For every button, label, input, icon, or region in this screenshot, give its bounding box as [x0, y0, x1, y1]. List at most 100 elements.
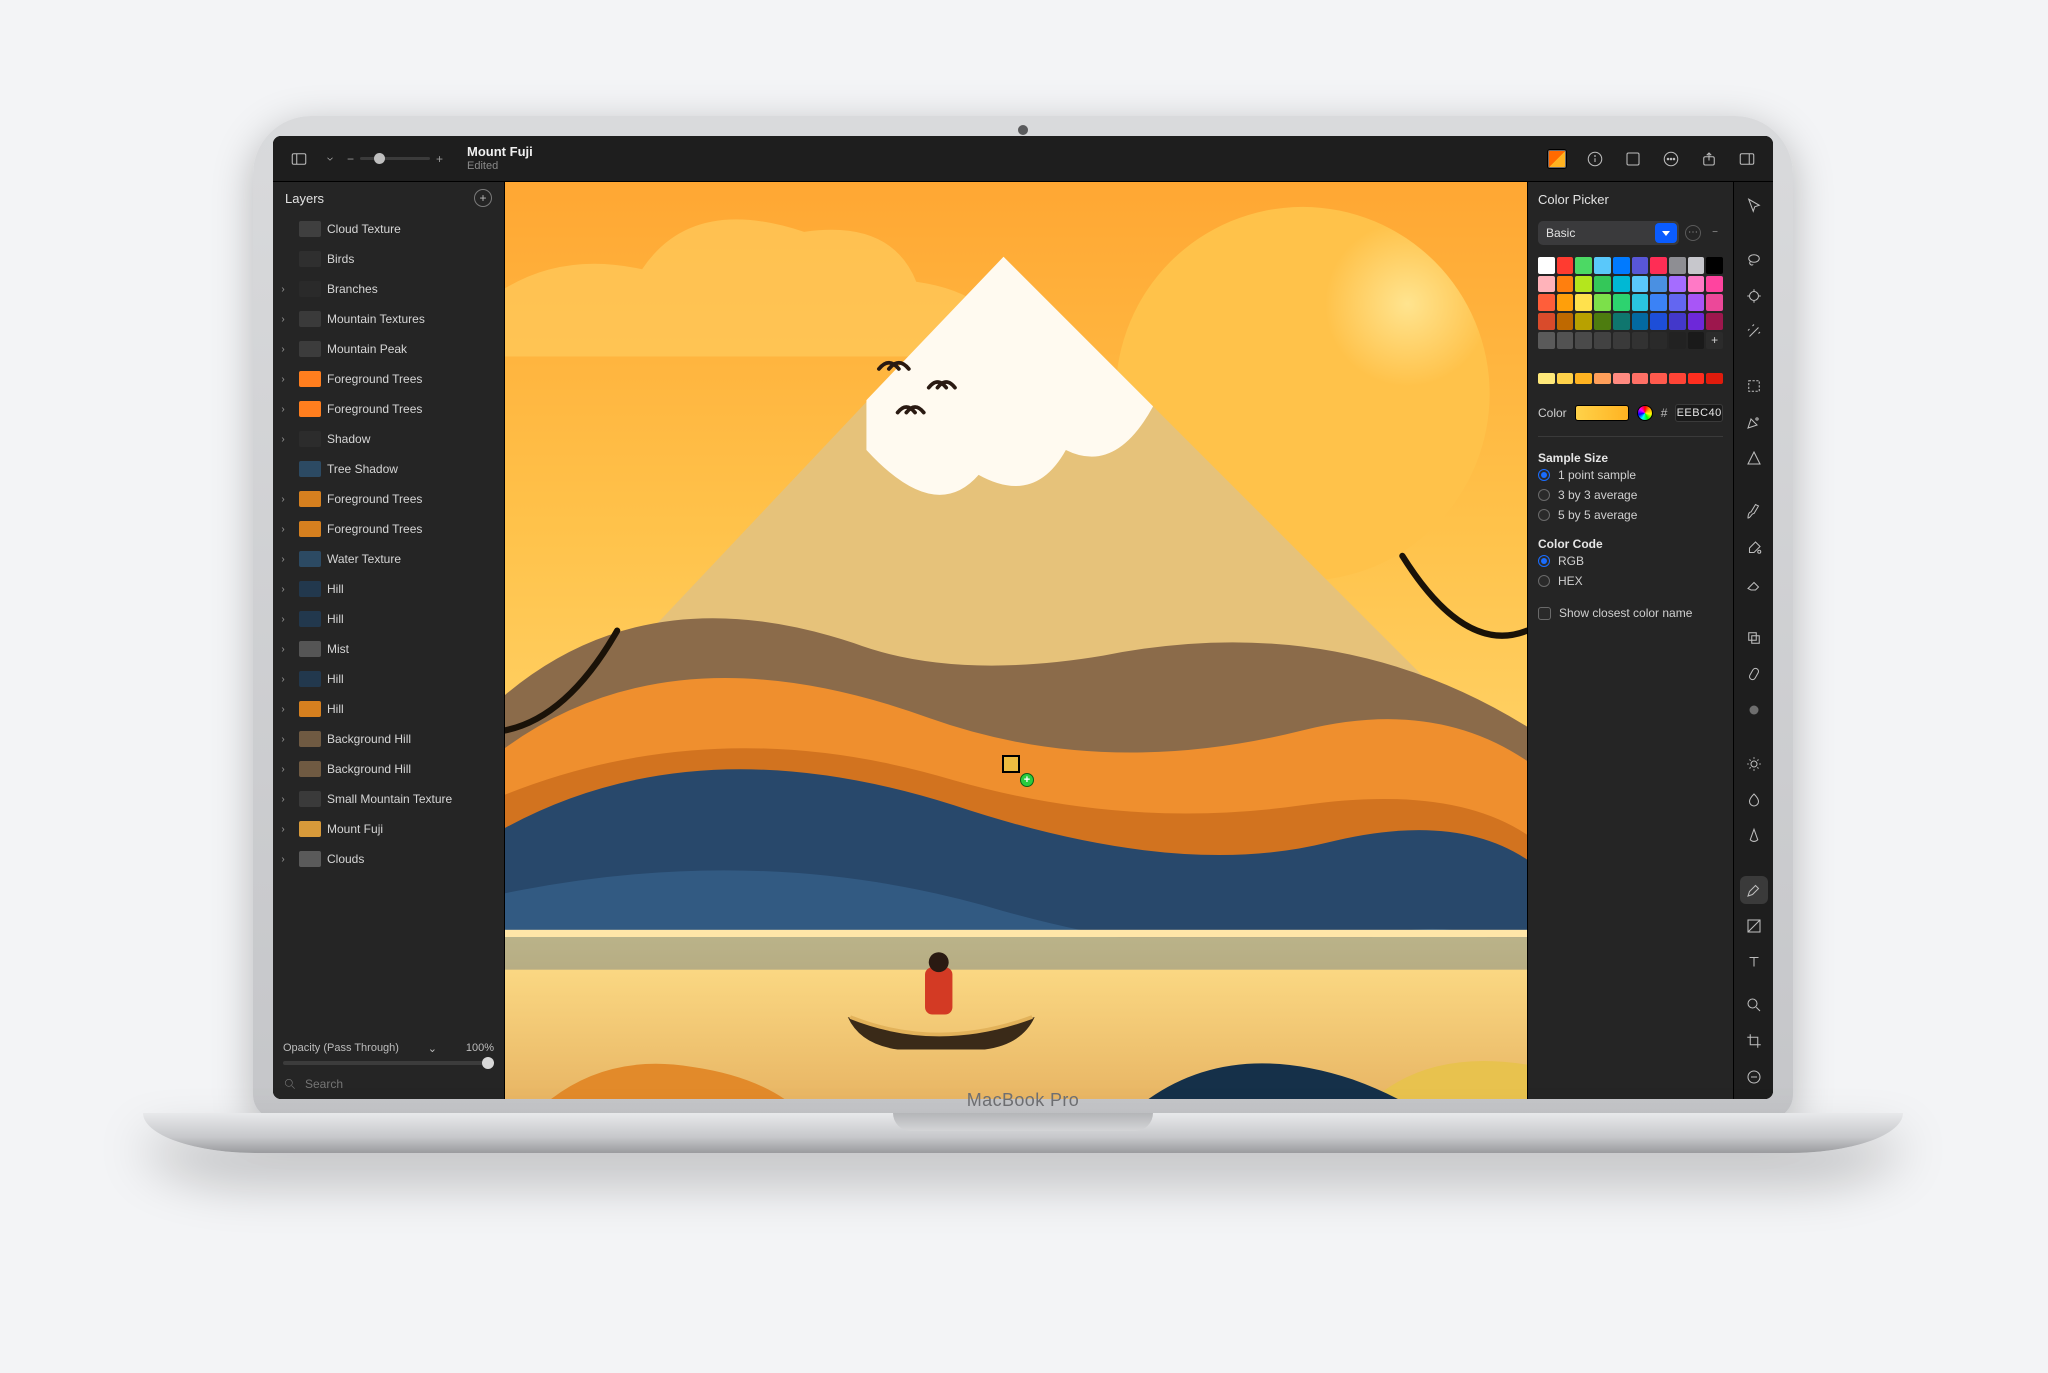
layer-row[interactable]: › Mountain Textures: [273, 304, 504, 334]
hue-swatch[interactable]: [1706, 373, 1723, 385]
palette-swatch[interactable]: [1706, 257, 1723, 274]
palette-swatch[interactable]: [1575, 332, 1592, 349]
color-code-option[interactable]: RGB: [1538, 551, 1723, 571]
palette-swatch[interactable]: [1575, 276, 1592, 293]
palette-swatch[interactable]: [1538, 276, 1555, 293]
sidebar-toggle-button[interactable]: [285, 145, 313, 173]
smudge-tool[interactable]: [1740, 696, 1768, 724]
palette-swatch[interactable]: [1688, 257, 1705, 274]
layer-row[interactable]: › Hill: [273, 694, 504, 724]
palette-swatch[interactable]: [1594, 332, 1611, 349]
move-tool[interactable]: [1740, 192, 1768, 220]
gradient-tool[interactable]: [1740, 912, 1768, 940]
palette-swatch[interactable]: [1688, 276, 1705, 293]
color-swatches-button[interactable]: [1543, 145, 1571, 173]
layer-row[interactable]: › Foreground Trees: [273, 484, 504, 514]
sponge-tool[interactable]: [1740, 786, 1768, 814]
palette-swatch[interactable]: [1594, 294, 1611, 311]
palette-select[interactable]: Basic: [1538, 221, 1679, 245]
color-wheel-icon[interactable]: [1637, 405, 1653, 421]
palette-swatch[interactable]: [1538, 332, 1555, 349]
brush-tool[interactable]: [1740, 498, 1768, 526]
palette-swatch[interactable]: [1650, 257, 1667, 274]
layer-search[interactable]: [273, 1069, 504, 1099]
hue-swatch[interactable]: [1632, 373, 1649, 385]
eyedropper-tool[interactable]: [1740, 876, 1768, 904]
layer-row[interactable]: › Foreground Trees: [273, 514, 504, 544]
palette-swatch[interactable]: [1706, 313, 1723, 330]
sharpen-tool[interactable]: [1740, 822, 1768, 850]
hue-swatch[interactable]: [1575, 373, 1592, 385]
palette-swatch[interactable]: [1594, 313, 1611, 330]
sample-size-option[interactable]: 1 point sample: [1538, 465, 1723, 485]
chevron-down-icon[interactable]: [323, 145, 337, 173]
layer-row[interactable]: › Mist: [273, 634, 504, 664]
palette-swatch[interactable]: [1706, 294, 1723, 311]
quick-select-tool[interactable]: [1740, 282, 1768, 310]
share-button[interactable]: [1695, 145, 1723, 173]
collapse-rail-button[interactable]: [1740, 1063, 1768, 1091]
palette-swatch[interactable]: [1575, 313, 1592, 330]
hue-swatch[interactable]: [1688, 373, 1705, 385]
info-button[interactable]: [1581, 145, 1609, 173]
palette-swatch[interactable]: [1632, 294, 1649, 311]
zoom-tool[interactable]: [1740, 991, 1768, 1019]
layer-row[interactable]: Cloud Texture: [273, 214, 504, 244]
palette-swatch[interactable]: [1669, 257, 1686, 274]
crop-tool[interactable]: [1740, 1027, 1768, 1055]
palette-swatch[interactable]: [1688, 332, 1705, 349]
layer-list[interactable]: Cloud Texture Birds› Branches› Mountain …: [273, 214, 504, 1034]
hex-input[interactable]: EEBC40: [1675, 404, 1723, 422]
type-tool[interactable]: [1740, 948, 1768, 976]
palette-swatch[interactable]: [1669, 276, 1686, 293]
hue-swatch[interactable]: [1538, 373, 1555, 385]
heal-tool[interactable]: [1740, 660, 1768, 688]
eraser-tool[interactable]: [1740, 570, 1768, 598]
palette-swatch[interactable]: [1669, 313, 1686, 330]
palette-swatch[interactable]: [1575, 257, 1592, 274]
palette-swatch[interactable]: [1650, 332, 1667, 349]
palette-swatch[interactable]: [1613, 257, 1630, 274]
current-color-well[interactable]: [1575, 405, 1629, 421]
palette-swatch[interactable]: [1594, 276, 1611, 293]
layer-row[interactable]: › Branches: [273, 274, 504, 304]
palette-swatch[interactable]: [1650, 294, 1667, 311]
layer-row[interactable]: › Mount Fuji: [273, 814, 504, 844]
color-code-option[interactable]: HEX: [1538, 571, 1723, 591]
layer-row[interactable]: › Shadow: [273, 424, 504, 454]
hue-swatch[interactable]: [1557, 373, 1574, 385]
palette-remove-button[interactable]: −: [1707, 225, 1723, 241]
color-palette[interactable]: +: [1538, 257, 1723, 349]
add-layer-button[interactable]: +: [474, 189, 492, 207]
palette-swatch[interactable]: [1557, 257, 1574, 274]
more-button[interactable]: [1657, 145, 1685, 173]
zoom-out-icon[interactable]: −: [347, 152, 354, 166]
palette-swatch[interactable]: [1632, 257, 1649, 274]
add-swatch-button[interactable]: +: [1706, 332, 1723, 349]
marquee-tool[interactable]: [1740, 372, 1768, 400]
clone-tool[interactable]: [1740, 624, 1768, 652]
layer-row[interactable]: › Foreground Trees: [273, 364, 504, 394]
pen-tool[interactable]: [1740, 408, 1768, 436]
palette-options-button[interactable]: ⋯: [1685, 225, 1701, 241]
layer-row[interactable]: › Clouds: [273, 844, 504, 874]
palette-swatch[interactable]: [1613, 332, 1630, 349]
palette-swatch[interactable]: [1538, 257, 1555, 274]
layer-row[interactable]: Tree Shadow: [273, 454, 504, 484]
zoom-slider[interactable]: − +: [347, 152, 443, 166]
palette-swatch[interactable]: [1632, 332, 1649, 349]
layer-row[interactable]: › Mountain Peak: [273, 334, 504, 364]
hue-swatch[interactable]: [1650, 373, 1667, 385]
palette-swatch[interactable]: [1538, 294, 1555, 311]
palette-swatch[interactable]: [1688, 313, 1705, 330]
palette-swatch[interactable]: [1632, 313, 1649, 330]
palette-swatch[interactable]: [1557, 313, 1574, 330]
layer-row[interactable]: › Foreground Trees: [273, 394, 504, 424]
inspector-toggle-button[interactable]: [1733, 145, 1761, 173]
hue-swatch[interactable]: [1613, 373, 1630, 385]
palette-swatch[interactable]: [1613, 276, 1630, 293]
lasso-tool[interactable]: [1740, 246, 1768, 274]
layer-row[interactable]: › Water Texture: [273, 544, 504, 574]
hue-swatch[interactable]: [1669, 373, 1686, 385]
layer-row[interactable]: › Small Mountain Texture: [273, 784, 504, 814]
